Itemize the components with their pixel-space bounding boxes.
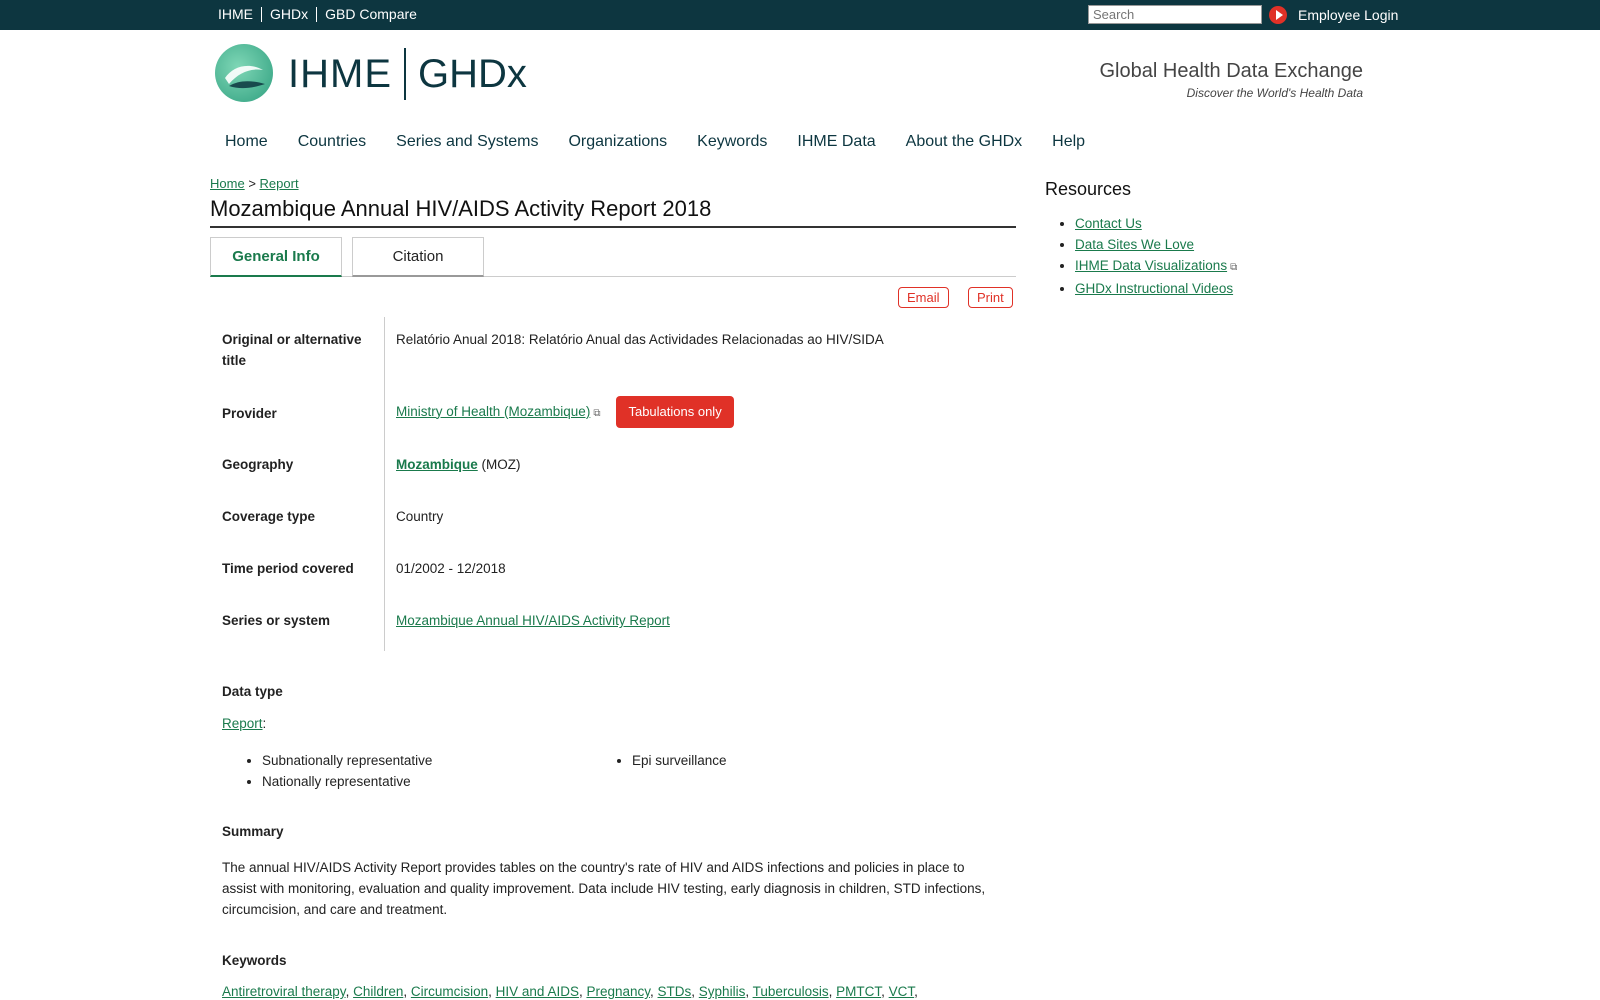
nav-help[interactable]: Help bbox=[1052, 133, 1085, 151]
coverage-label: Coverage type bbox=[222, 509, 316, 524]
period-label: Time period covered bbox=[222, 561, 354, 576]
resource-item: Contact Us bbox=[1075, 213, 1237, 234]
top-bar: IHME GHDx GBD Compare Employee Login bbox=[0, 0, 1600, 30]
email-button[interactable]: Email bbox=[898, 287, 949, 308]
resources-list: Contact Us Data Sites We Love IHME Data … bbox=[1045, 213, 1237, 299]
keyword-link[interactable]: STDs bbox=[658, 984, 692, 999]
breadcrumb-home[interactable]: Home bbox=[210, 176, 245, 191]
logo-divider bbox=[404, 48, 406, 100]
keyword-link[interactable]: PMTCT bbox=[836, 984, 881, 999]
nav-countries[interactable]: Countries bbox=[298, 133, 366, 151]
keyword-link[interactable]: HIV and AIDS bbox=[496, 984, 579, 999]
page-title: Mozambique Annual HIV/AIDS Activity Repo… bbox=[210, 196, 1016, 228]
series-label: Series or system bbox=[222, 613, 331, 628]
breadcrumb-separator: > bbox=[248, 176, 256, 191]
tabulations-only-badge[interactable]: Tabulations only bbox=[616, 396, 734, 428]
tab-general-info[interactable]: General Info bbox=[210, 237, 342, 277]
top-link-gbd-compare[interactable]: GBD Compare bbox=[316, 7, 425, 22]
logo-ihme-text[interactable]: IHME bbox=[288, 52, 392, 97]
keyword-link[interactable]: Children bbox=[353, 984, 403, 999]
geography-label: Geography bbox=[222, 457, 294, 472]
data-type-cell: Report: bbox=[222, 716, 266, 731]
alt-title-value: Relatório Anual 2018: Relatório Anual da… bbox=[396, 332, 884, 347]
provider-link[interactable]: Ministry of Health (Mozambique) bbox=[396, 404, 600, 419]
tab-citation[interactable]: Citation bbox=[352, 237, 484, 277]
resource-item: GHDx Instructional Videos bbox=[1075, 278, 1237, 299]
resource-contact-link[interactable]: Contact Us bbox=[1075, 216, 1142, 231]
geography-link[interactable]: Mozambique bbox=[396, 457, 478, 472]
alt-title-label: Original or alternative title bbox=[222, 332, 362, 368]
resource-item: IHME Data Visualizations bbox=[1075, 255, 1237, 278]
tab-bar: General Info Citation bbox=[210, 237, 1016, 277]
summary-label: Summary bbox=[222, 824, 284, 839]
geography-code: (MOZ) bbox=[481, 457, 521, 472]
series-value-cell: Mozambique Annual HIV/AIDS Activity Repo… bbox=[396, 610, 670, 631]
data-type-colon: : bbox=[262, 716, 267, 731]
keyword-link[interactable]: Circumcision bbox=[411, 984, 488, 999]
data-type-list-1: Subnationally representative Nationally … bbox=[222, 750, 432, 792]
info-divider bbox=[384, 317, 385, 651]
nav-organizations[interactable]: Organizations bbox=[568, 133, 667, 151]
logo-ghdx-text[interactable]: GHDx bbox=[418, 52, 527, 97]
nav-keywords[interactable]: Keywords bbox=[697, 133, 767, 151]
breadcrumb-report[interactable]: Report bbox=[260, 176, 299, 191]
resource-item: Data Sites We Love bbox=[1075, 234, 1237, 255]
site-subtagline: Discover the World's Health Data bbox=[1186, 86, 1363, 100]
search-submit-icon[interactable] bbox=[1269, 6, 1287, 24]
data-type-label: Data type bbox=[222, 684, 283, 699]
resource-viz-link[interactable]: IHME Data Visualizations bbox=[1075, 258, 1237, 273]
resources-title: Resources bbox=[1045, 179, 1132, 199]
nav-about[interactable]: About the GHDx bbox=[906, 133, 1023, 151]
breadcrumb: Home > Report bbox=[210, 176, 299, 191]
list-item: Epi surveillance bbox=[632, 750, 727, 771]
keyword-link[interactable]: Antiretroviral therapy bbox=[222, 984, 346, 999]
geography-value-cell: Mozambique (MOZ) bbox=[396, 454, 521, 475]
resource-videos-link[interactable]: GHDx Instructional Videos bbox=[1075, 281, 1233, 296]
series-link[interactable]: Mozambique Annual HIV/AIDS Activity Repo… bbox=[396, 613, 670, 628]
nav-series-and-systems[interactable]: Series and Systems bbox=[396, 133, 538, 151]
keywords-label: Keywords bbox=[222, 953, 287, 968]
ihme-logo-icon[interactable] bbox=[215, 44, 273, 102]
employee-login-link[interactable]: Employee Login bbox=[1298, 7, 1398, 23]
list-item: Nationally representative bbox=[262, 771, 432, 792]
resource-sites-link[interactable]: Data Sites We Love bbox=[1075, 237, 1194, 252]
coverage-value: Country bbox=[396, 509, 444, 524]
top-links: IHME GHDx GBD Compare bbox=[218, 7, 425, 22]
keyword-link[interactable]: VCT bbox=[889, 984, 915, 999]
keyword-link[interactable]: Tuberculosis bbox=[753, 984, 829, 999]
print-button[interactable]: Print bbox=[968, 287, 1013, 308]
provider-label: Provider bbox=[222, 406, 277, 421]
data-type-list-2: Epi surveillance bbox=[592, 750, 727, 771]
keyword-link[interactable]: Pregnancy bbox=[586, 984, 650, 999]
main-nav: Home Countries Series and Systems Organi… bbox=[225, 133, 1115, 151]
nav-ihme-data[interactable]: IHME Data bbox=[797, 133, 875, 151]
provider-value-cell: Ministry of Health (Mozambique) Tabulatio… bbox=[396, 396, 734, 428]
search-input[interactable] bbox=[1088, 5, 1262, 24]
summary-text: The annual HIV/AIDS Activity Report prov… bbox=[222, 860, 986, 917]
data-type-report-link[interactable]: Report bbox=[222, 716, 263, 731]
period-value: 01/2002 - 12/2018 bbox=[396, 561, 506, 576]
list-item: Subnationally representative bbox=[262, 750, 432, 771]
keyword-link[interactable]: Syphilis bbox=[699, 984, 746, 999]
nav-home[interactable]: Home bbox=[225, 133, 268, 151]
top-link-ihme[interactable]: IHME bbox=[218, 7, 261, 22]
keyword-list: Antiretroviral therapy, Children, Circum… bbox=[222, 984, 918, 999]
site-tagline: Global Health Data Exchange bbox=[1099, 60, 1364, 82]
top-link-ghdx[interactable]: GHDx bbox=[261, 7, 316, 22]
